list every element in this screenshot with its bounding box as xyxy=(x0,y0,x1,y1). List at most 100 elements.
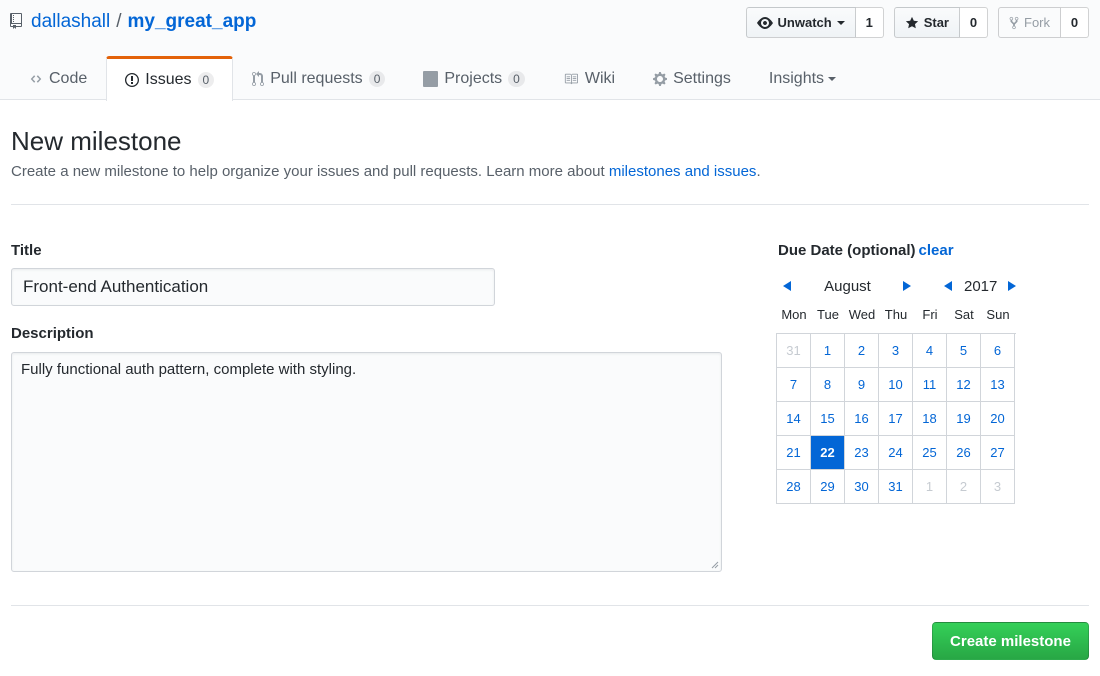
gear-icon xyxy=(653,71,668,86)
calendar-day[interactable]: 28 xyxy=(777,470,811,504)
calendar-day[interactable]: 31 xyxy=(879,470,913,504)
calendar-day[interactable]: 19 xyxy=(947,402,981,436)
weekday-label: Sat xyxy=(954,307,974,322)
calendar-day[interactable]: 21 xyxy=(777,436,811,470)
issue-icon xyxy=(125,73,140,87)
year-label: 2017 xyxy=(964,277,998,295)
weekday-label: Mon xyxy=(781,307,807,322)
calendar-day[interactable]: 4 xyxy=(913,334,947,368)
weekday-label: Wed xyxy=(848,307,876,322)
star-icon xyxy=(905,16,918,28)
calendar-day[interactable]: 2 xyxy=(845,334,879,368)
calendar-day[interactable]: 8 xyxy=(811,368,845,402)
page-description: Create a new milestone to help organize … xyxy=(11,163,761,180)
calendar-day[interactable]: 1 xyxy=(913,470,947,504)
calendar-day[interactable]: 11 xyxy=(913,368,947,402)
issues-counter: 0 xyxy=(197,72,215,88)
repo-header: dallashall / my_great_app Unwatch 1 Star… xyxy=(0,0,1100,101)
repo-name-link[interactable]: my_great_app xyxy=(128,11,257,33)
calendar-day[interactable]: 20 xyxy=(981,402,1015,436)
tab-wiki[interactable]: Wiki xyxy=(544,56,634,100)
next-month-arrow-icon[interactable] xyxy=(903,281,911,291)
previous-month-arrow-icon[interactable] xyxy=(783,281,791,291)
previous-year-arrow-icon[interactable] xyxy=(944,281,952,291)
next-year-arrow-icon[interactable] xyxy=(1008,281,1017,291)
calendar-day[interactable]: 31 xyxy=(777,334,811,368)
repo-tabs: Code Issues 0 Pull requests 0 Projects 0… xyxy=(10,56,855,101)
description-textarea[interactable]: Fully functional auth pattern, complete … xyxy=(11,352,722,572)
fork-button[interactable]: Fork xyxy=(998,7,1061,38)
calendar-day[interactable]: 6 xyxy=(981,334,1015,368)
repo-actions: Unwatch 1 Star 0 Fork 0 xyxy=(736,7,1089,38)
calendar-day[interactable]: 16 xyxy=(845,402,879,436)
unwatch-label: Unwatch xyxy=(777,15,832,30)
title-label: Title xyxy=(11,242,42,259)
star-label: Star xyxy=(923,15,949,30)
tab-projects-label: Projects xyxy=(444,69,503,87)
forks-count[interactable]: 0 xyxy=(1061,7,1089,38)
page-description-end: . xyxy=(756,163,761,180)
calendar-day[interactable]: 27 xyxy=(981,436,1015,470)
page-description-text: Create a new milestone to help organize … xyxy=(11,163,609,180)
watch-group: Unwatch 1 xyxy=(745,7,884,38)
tab-settings[interactable]: Settings xyxy=(634,56,750,100)
calendar-day[interactable]: 24 xyxy=(879,436,913,470)
calendar-day[interactable]: 9 xyxy=(845,368,879,402)
description-text: Fully functional auth pattern, complete … xyxy=(21,361,357,378)
calendar-day[interactable]: 17 xyxy=(879,402,913,436)
tab-insights-label: Insights xyxy=(768,69,825,87)
calendar-day[interactable]: 15 xyxy=(811,402,845,436)
project-icon xyxy=(423,70,439,87)
calendar-day[interactable]: 1 xyxy=(811,334,845,368)
month-nav: August xyxy=(783,277,911,295)
calendar-day[interactable]: 18 xyxy=(913,402,947,436)
tab-insights[interactable]: Insights xyxy=(750,56,855,100)
repo-separator: / xyxy=(116,11,122,32)
due-date-label: Due Date (optional) clear xyxy=(778,242,954,259)
code-icon xyxy=(30,74,42,83)
description-label: Description xyxy=(11,325,94,342)
stars-count[interactable]: 0 xyxy=(960,7,988,38)
calendar-day[interactable]: 3 xyxy=(981,470,1015,504)
clear-due-date-link[interactable]: clear xyxy=(919,242,954,259)
divider xyxy=(11,204,1089,205)
calendar-day[interactable]: 3 xyxy=(879,334,913,368)
calendar-day[interactable]: 14 xyxy=(777,402,811,436)
calendar-day[interactable]: 7 xyxy=(777,368,811,402)
resize-handle-icon[interactable] xyxy=(711,561,719,569)
projects-counter: 0 xyxy=(508,70,525,87)
title-input[interactable]: Front-end Authentication xyxy=(11,268,495,306)
calendar-day[interactable]: 2 xyxy=(947,470,981,504)
star-button[interactable]: Star xyxy=(893,7,960,38)
calendar-grid: 31 1 2 3 4 5 6 7 8 9 10 11 12 13 14 15 16 17 18 19 20 21 22 23 2… xyxy=(776,333,1016,504)
tab-code[interactable]: Code xyxy=(10,56,106,100)
tab-projects[interactable]: Projects 0 xyxy=(404,56,543,100)
calendar-day-selected[interactable]: 22 xyxy=(811,436,845,470)
tab-code-label: Code xyxy=(49,69,88,87)
book-icon xyxy=(564,73,578,84)
calendar-day[interactable]: 30 xyxy=(845,470,879,504)
month-label: August xyxy=(824,277,871,295)
year-nav: 2017 xyxy=(944,277,1017,295)
due-date-label-text: Due Date (optional) xyxy=(778,242,916,259)
create-milestone-button[interactable]: Create milestone xyxy=(932,622,1089,660)
weekday-label: Sun xyxy=(986,307,1010,322)
pull-request-icon xyxy=(252,70,265,86)
calendar-day[interactable]: 12 xyxy=(947,368,981,402)
repo-owner-link[interactable]: dallashall xyxy=(31,11,110,33)
calendar-day[interactable]: 23 xyxy=(845,436,879,470)
weekday-header: Mon Tue Wed Thu Fri Sat Sun xyxy=(777,307,1015,322)
calendar-day[interactable]: 10 xyxy=(879,368,913,402)
milestones-and-issues-link[interactable]: milestones and issues xyxy=(609,163,757,180)
calendar-day[interactable]: 5 xyxy=(947,334,981,368)
pull-requests-counter: 0 xyxy=(368,70,386,87)
tab-pull-requests[interactable]: Pull requests 0 xyxy=(233,56,404,100)
calendar-day[interactable]: 26 xyxy=(947,436,981,470)
unwatch-button[interactable]: Unwatch xyxy=(745,7,856,38)
tab-issues[interactable]: Issues 0 xyxy=(106,56,234,101)
calendar-day[interactable]: 29 xyxy=(811,470,845,504)
watchers-count[interactable]: 1 xyxy=(855,7,884,38)
calendar-day[interactable]: 25 xyxy=(913,436,947,470)
dropdown-caret-icon xyxy=(828,76,837,81)
calendar-day[interactable]: 13 xyxy=(981,368,1015,402)
